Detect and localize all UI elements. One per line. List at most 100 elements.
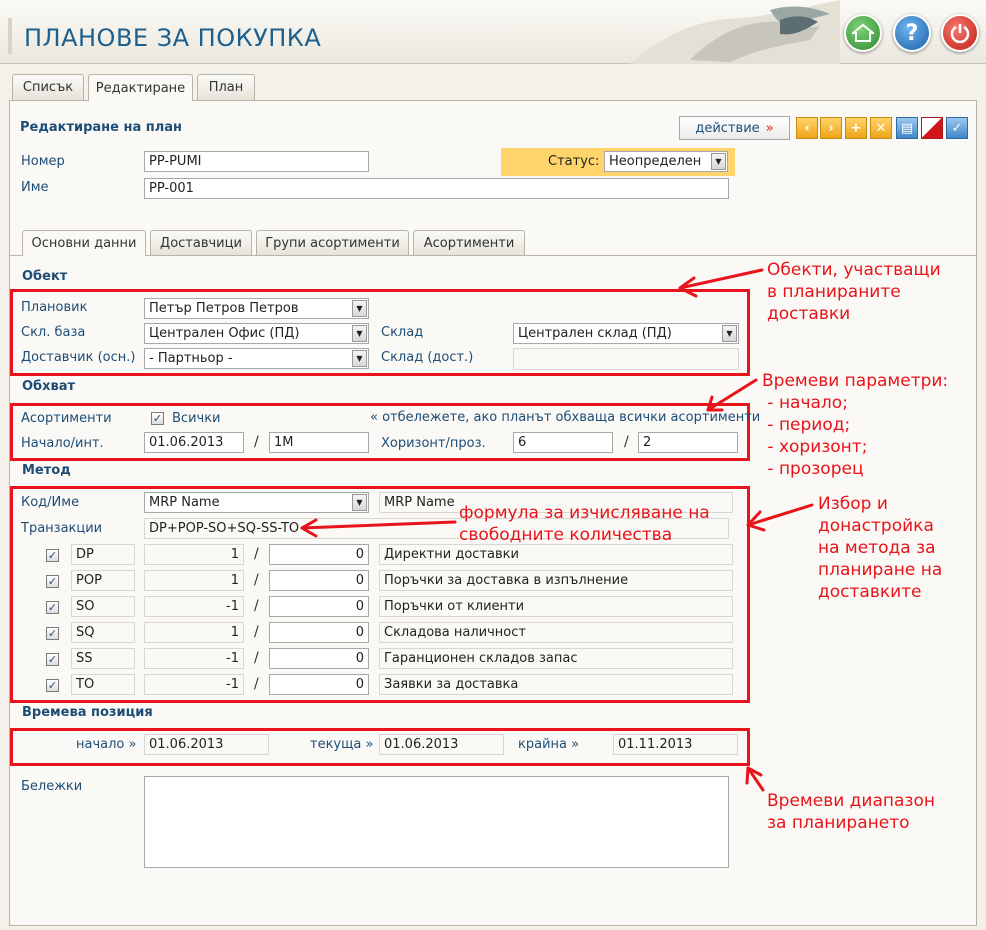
- separator-slash: /: [254, 624, 259, 640]
- transaction-offset-field[interactable]: 0: [269, 544, 369, 565]
- tab-main-data[interactable]: Основни данни: [22, 230, 146, 256]
- status-value: Неопределен: [609, 154, 702, 169]
- transaction-factor-field[interactable]: -1: [144, 596, 244, 617]
- horizon-field[interactable]: 6: [513, 432, 613, 453]
- planner-select[interactable]: Петър Петров Петров ▼: [144, 298, 369, 319]
- print-button[interactable]: ▤: [896, 117, 918, 139]
- transaction-factor-field[interactable]: -1: [144, 674, 244, 695]
- transaction-code-field[interactable]: DP: [71, 544, 135, 565]
- transaction-description-field[interactable]: Директни доставки: [379, 544, 733, 565]
- transaction-description-field[interactable]: Заявки за доставка: [379, 674, 733, 695]
- all-assortments-checkbox[interactable]: ✓: [151, 412, 164, 425]
- annotation-line: Времеви параметри:: [762, 371, 949, 391]
- start-interval-label: Начало/инт.: [21, 436, 104, 451]
- transaction-checkbox[interactable]: ✓: [46, 627, 59, 640]
- annotation-line: - начало;: [762, 393, 848, 413]
- chevron-down-icon: ▼: [711, 153, 726, 170]
- transaction-factor-field[interactable]: 1: [144, 544, 244, 565]
- transaction-offset-field[interactable]: 0: [269, 648, 369, 669]
- help-button[interactable]: ?: [893, 14, 931, 52]
- warehouse-value: Централен склад (ПД): [518, 326, 672, 341]
- annotation-line: Избор и: [818, 494, 888, 514]
- transaction-offset-field[interactable]: 0: [269, 596, 369, 617]
- warehouse-select[interactable]: Централен склад (ПД) ▼: [513, 323, 739, 344]
- transaction-checkbox[interactable]: ✓: [46, 549, 59, 562]
- chevron-down-icon: ▼: [352, 350, 367, 367]
- page-title: ПЛАНОВЕ ЗА ПОКУПКА: [24, 24, 322, 52]
- separator-slash: /: [254, 546, 259, 562]
- notes-textarea[interactable]: [144, 776, 729, 868]
- annotation-line: в планираните: [767, 282, 901, 302]
- base-label: Скл. база: [21, 325, 86, 340]
- transaction-factor-field[interactable]: 1: [144, 570, 244, 591]
- name-field[interactable]: PP-001: [144, 178, 729, 199]
- transaction-code-field[interactable]: SQ: [71, 622, 135, 643]
- annotation-line: за планирането: [767, 813, 910, 833]
- base-select[interactable]: Централен Офис (ПД) ▼: [144, 323, 369, 344]
- prev-button[interactable]: ‹: [796, 117, 818, 139]
- save-button[interactable]: ✓: [946, 117, 968, 139]
- status-select[interactable]: Неопределен ▼: [604, 151, 728, 172]
- transaction-checkbox[interactable]: ✓: [46, 575, 59, 588]
- transaction-description-field[interactable]: Поръчки за доставка в изпълнение: [379, 570, 733, 591]
- transaction-factor-field[interactable]: -1: [144, 648, 244, 669]
- end-position-label: крайна »: [518, 737, 580, 752]
- transaction-code-field[interactable]: SO: [71, 596, 135, 617]
- warehouse-supply-field[interactable]: [513, 348, 739, 370]
- method-select[interactable]: MRP Name ▼: [144, 492, 369, 513]
- print-icon: ▤: [900, 120, 914, 136]
- annotation-line: доставки: [767, 304, 851, 324]
- header-accent: [8, 18, 12, 54]
- transaction-description-field[interactable]: Складова наличност: [379, 622, 733, 643]
- transaction-offset-field[interactable]: 0: [269, 674, 369, 695]
- tab-plan[interactable]: План: [197, 74, 255, 100]
- notes-label: Бележки: [21, 779, 83, 794]
- tab-assortment-groups[interactable]: Групи асортименти: [256, 230, 409, 255]
- separator-slash: /: [254, 572, 259, 588]
- tab-assortments[interactable]: Асортименти: [413, 230, 525, 255]
- number-field[interactable]: PP-PUMI: [144, 151, 369, 172]
- delete-button[interactable]: ✕: [870, 117, 892, 139]
- next-button[interactable]: ›: [820, 117, 842, 139]
- transaction-checkbox[interactable]: ✓: [46, 653, 59, 666]
- tab-edit[interactable]: Редактиране: [88, 74, 193, 101]
- transaction-checkbox[interactable]: ✓: [46, 679, 59, 692]
- transaction-description-field[interactable]: Гаранционен складов запас: [379, 648, 733, 669]
- current-position-field[interactable]: 01.06.2013: [379, 734, 504, 755]
- end-position-field[interactable]: 01.11.2013: [613, 734, 738, 755]
- annotation-line: доставките: [818, 582, 922, 602]
- supplier-select[interactable]: - Партньор - ▼: [144, 348, 369, 369]
- start-position-field[interactable]: 01.06.2013: [144, 734, 269, 755]
- tab-suppliers[interactable]: Доставчици: [150, 230, 252, 255]
- annotation-line: - хоризонт;: [762, 437, 868, 457]
- transactions-label: Транзакции: [21, 521, 103, 536]
- transaction-code-field[interactable]: POP: [71, 570, 135, 591]
- home-button[interactable]: [844, 14, 882, 52]
- cancel-button[interactable]: [921, 117, 943, 139]
- action-button[interactable]: действие »: [679, 116, 790, 140]
- power-button[interactable]: [941, 14, 979, 52]
- transaction-offset-field[interactable]: 0: [269, 622, 369, 643]
- home-icon: [852, 23, 874, 42]
- transaction-offset-field[interactable]: 0: [269, 570, 369, 591]
- base-value: Централен Офис (ПД): [149, 326, 300, 341]
- object-section-title: Обект: [22, 269, 68, 284]
- interval-field[interactable]: 1M: [269, 432, 369, 453]
- transaction-code-field[interactable]: TO: [71, 674, 135, 695]
- transaction-factor-field[interactable]: 1: [144, 622, 244, 643]
- add-button[interactable]: +: [845, 117, 867, 139]
- start-date-field[interactable]: 01.06.2013: [144, 432, 244, 453]
- transaction-code-field[interactable]: SS: [71, 648, 135, 669]
- annotation-line: планиране на: [818, 560, 943, 580]
- tab-list[interactable]: Списък: [12, 74, 84, 100]
- transaction-description-field[interactable]: Поръчки от клиенти: [379, 596, 733, 617]
- planner-label: Плановик: [21, 300, 88, 315]
- transaction-checkbox[interactable]: ✓: [46, 601, 59, 614]
- chevron-down-icon: ▼: [722, 325, 737, 342]
- current-position-label: текуща »: [310, 737, 374, 752]
- action-arrow-icon: »: [765, 120, 774, 136]
- window-field[interactable]: 2: [638, 432, 738, 453]
- annotation-line: формула за изчисляване на: [459, 503, 710, 523]
- annotation-time-params: Времеви параметри: - начало; - период; -…: [762, 370, 948, 480]
- annotation-line: донастройка: [818, 516, 934, 536]
